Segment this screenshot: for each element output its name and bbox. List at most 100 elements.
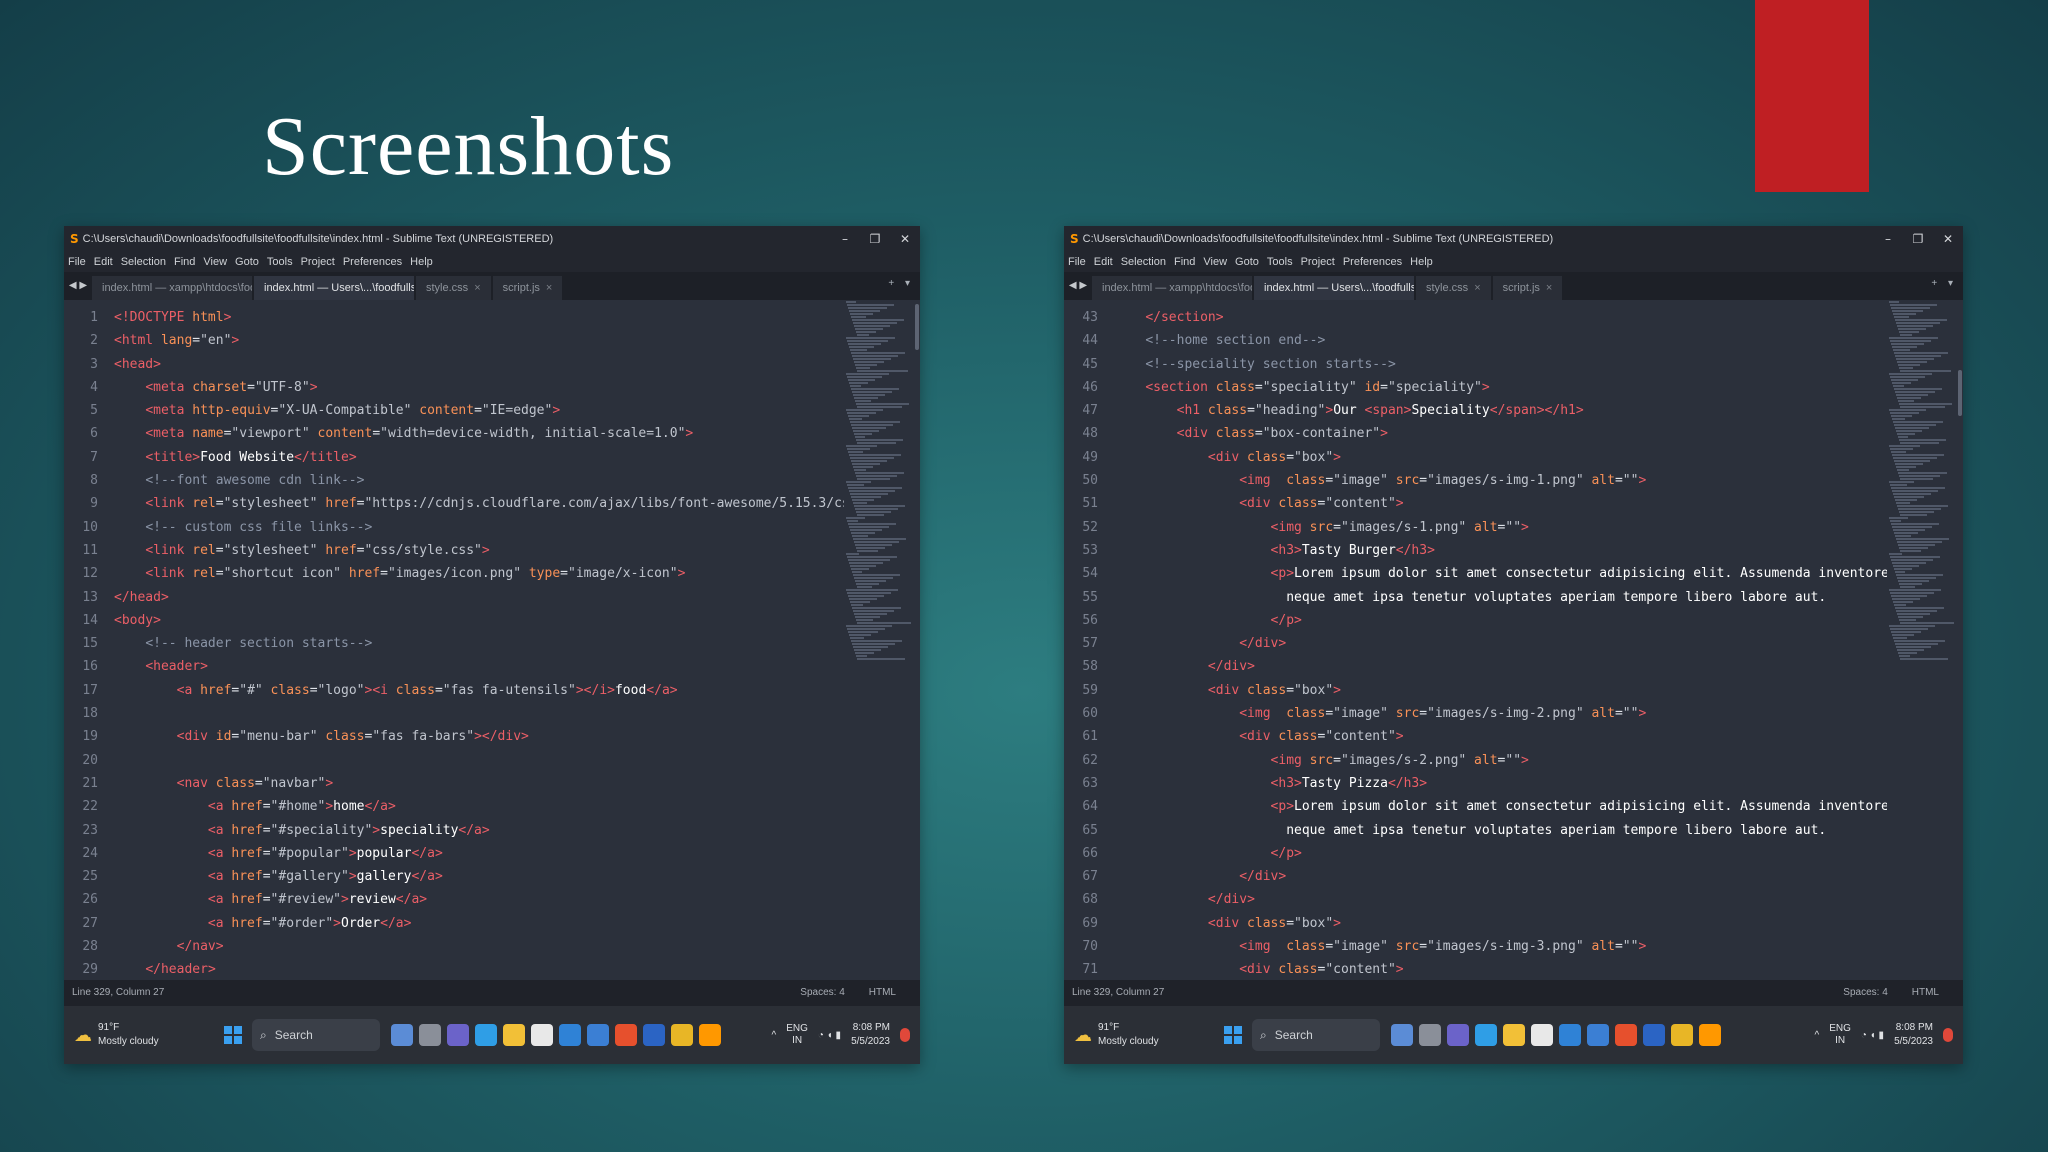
chevron-up-icon[interactable]: ^ (1815, 1030, 1820, 1041)
chrome-icon[interactable] (1671, 1024, 1693, 1046)
scrollbar[interactable] (1957, 300, 1963, 980)
edge-icon[interactable] (475, 1024, 497, 1046)
code-line[interactable]: <a href="#" class="logo"><i class="fas f… (114, 679, 844, 702)
tab-index-xampp[interactable]: index.html — xampp\htdocs\foodhub× (1092, 276, 1252, 300)
store-icon[interactable] (559, 1024, 581, 1046)
scroll-thumb[interactable] (915, 304, 919, 350)
code-line[interactable]: <html lang="en"> (114, 329, 844, 352)
menu-view[interactable]: View (203, 252, 227, 272)
code-line[interactable]: </nav> (114, 935, 844, 958)
code-line[interactable]: </div> (1114, 888, 1887, 911)
code-line[interactable]: <img class="image" src="images/s-img-1.p… (1114, 469, 1887, 492)
word-icon[interactable] (1643, 1024, 1665, 1046)
code-line[interactable]: </p> (1114, 609, 1887, 632)
code-line[interactable]: <!--font awesome cdn link--> (114, 469, 844, 492)
notes-icon[interactable] (1531, 1024, 1553, 1046)
menu-tools[interactable]: Tools (1267, 252, 1293, 272)
code-line[interactable]: <h3>Tasty Pizza</h3> (1114, 772, 1887, 795)
word-icon[interactable] (643, 1024, 665, 1046)
code-editor[interactable]: 43 44 45 46 47 48 49 50 51 52 53 54 55 56 57 58 59 60 61 62… (1064, 300, 1963, 980)
code-line[interactable]: <head> (114, 353, 844, 376)
minimap[interactable] (1887, 300, 1957, 980)
office-icon[interactable] (1615, 1024, 1637, 1046)
code-line[interactable]: <link rel="stylesheet" href="https://cdn… (114, 492, 844, 515)
folder-icon[interactable] (503, 1024, 525, 1046)
code-line[interactable]: <h1 class="heading">Our <span>Speciality… (1114, 399, 1887, 422)
menu-goto[interactable]: Goto (235, 252, 259, 272)
menu-edit[interactable]: Edit (94, 252, 113, 272)
code-line[interactable]: <div class="box"> (1114, 679, 1887, 702)
code-line[interactable]: <div class="box"> (1114, 912, 1887, 935)
menu-tools[interactable]: Tools (267, 252, 293, 272)
code-line[interactable]: <div class="content"> (1114, 492, 1887, 515)
code-line[interactable]: <div class="box"> (1114, 446, 1887, 469)
code-line[interactable]: <!--home section end--> (1114, 329, 1887, 352)
code-line[interactable]: <meta name="viewport" content="width=dev… (114, 422, 844, 445)
store-icon[interactable] (1559, 1024, 1581, 1046)
code-line[interactable]: <a href="#popular">popular</a> (114, 842, 844, 865)
code-line[interactable]: <div class="content"> (1114, 725, 1887, 748)
code-line[interactable]: <div class="box-container"> (1114, 422, 1887, 445)
tab-close-icon[interactable]: × (1546, 276, 1552, 300)
office-icon[interactable] (615, 1024, 637, 1046)
code-line[interactable] (114, 702, 844, 725)
taskbar-search[interactable]: ⌕ Search (1252, 1019, 1380, 1051)
menu-project[interactable]: Project (301, 252, 335, 272)
language-indicator[interactable]: ENG IN (1829, 1023, 1851, 1047)
code-line[interactable]: <a href="#review">review</a> (114, 888, 844, 911)
code-line[interactable]: <div id="menu-bar" class="fas fa-bars"><… (114, 725, 844, 748)
code-line[interactable]: <meta charset="UTF-8"> (114, 376, 844, 399)
status-spaces[interactable]: Spaces: 4 (1843, 980, 1887, 1006)
tab-style-css[interactable]: style.css × (416, 276, 491, 300)
code-line[interactable]: neque amet ipsa tenetur voluptates aperi… (1114, 819, 1887, 842)
menu-file[interactable]: File (1068, 252, 1086, 272)
clock[interactable]: 8:08 PM 5/5/2023 (1894, 1021, 1933, 1049)
menu-selection[interactable]: Selection (121, 252, 166, 272)
tab-index-xampp[interactable]: index.html — xampp\htdocs\foodhub× (92, 276, 252, 300)
code-line[interactable]: <img class="image" src="images/s-img-3.p… (1114, 935, 1887, 958)
code-line[interactable]: <p>Lorem ipsum dolor sit amet consectetu… (1114, 562, 1887, 585)
tab-overflow-icon[interactable]: + ▾ (1931, 278, 1957, 289)
chrome-icon[interactable] (671, 1024, 693, 1046)
code-area[interactable]: </section> <!--home section end--> <!--s… (1108, 300, 1887, 980)
code-line[interactable]: <a href="#home">home</a> (114, 795, 844, 818)
code-line[interactable]: <body> (114, 609, 844, 632)
tab-nav-arrows-icon[interactable]: ◀ ▶ (64, 272, 92, 300)
code-line[interactable]: </p> (1114, 842, 1887, 865)
menu-find[interactable]: Find (1174, 252, 1195, 272)
edge-icon[interactable] (1475, 1024, 1497, 1046)
menu-find[interactable]: Find (174, 252, 195, 272)
notes-icon[interactable] (531, 1024, 553, 1046)
scroll-thumb[interactable] (1958, 370, 1962, 416)
code-line[interactable]: <img src="images/s-1.png" alt=""> (1114, 516, 1887, 539)
menu-view[interactable]: View (1203, 252, 1227, 272)
file-explorer-icon[interactable] (1419, 1024, 1441, 1046)
teams-icon[interactable] (447, 1024, 469, 1046)
wifi-volume-battery-icon[interactable]: ◔ ◖ ▮ (818, 1030, 841, 1041)
tab-close-icon[interactable]: × (1474, 276, 1480, 300)
mail-icon[interactable] (587, 1024, 609, 1046)
code-line[interactable]: neque amet ipsa tenetur voluptates aperi… (1114, 586, 1887, 609)
chevron-up-icon[interactable]: ^ (772, 1030, 777, 1041)
restore-icon[interactable]: ❐ (1903, 226, 1933, 252)
code-editor[interactable]: 1 2 3 4 5 6 7 8 9 10 11 12 13 14 15 16 17 18 19 20 21 22 23 24 2… (64, 300, 920, 980)
code-line[interactable]: <link rel="shortcut icon" href="images/i… (114, 562, 844, 585)
menu-edit[interactable]: Edit (1094, 252, 1113, 272)
tab-close-icon[interactable]: × (474, 276, 480, 300)
weather-widget[interactable]: ☁ 91°F Mostly cloudy (1064, 1021, 1224, 1049)
code-line[interactable]: <!--speciality section starts--> (1114, 353, 1887, 376)
tab-overflow-icon[interactable]: + ▾ (888, 278, 914, 289)
code-line[interactable]: <title>Food Website</title> (114, 446, 844, 469)
language-indicator[interactable]: ENG IN (786, 1023, 808, 1047)
code-line[interactable]: </head> (114, 586, 844, 609)
close-icon[interactable]: ✕ (890, 226, 920, 252)
code-line[interactable]: <div class="content"> (1114, 958, 1887, 980)
sublime-icon[interactable] (699, 1024, 721, 1046)
tab-index-active[interactable]: index.html — Users\...\foodfullsite× (1254, 276, 1414, 300)
code-area[interactable]: <!DOCTYPE html> <html lang="en"> <head> <m… (108, 300, 844, 980)
code-line[interactable]: <a href="#order">Order</a> (114, 912, 844, 935)
code-line[interactable]: <p>Lorem ipsum dolor sit amet consectetu… (1114, 795, 1887, 818)
tab-script-js[interactable]: script.js × (1492, 276, 1563, 300)
tab-script-js[interactable]: script.js × (492, 276, 563, 300)
status-syntax[interactable]: HTML (1912, 980, 1939, 1006)
